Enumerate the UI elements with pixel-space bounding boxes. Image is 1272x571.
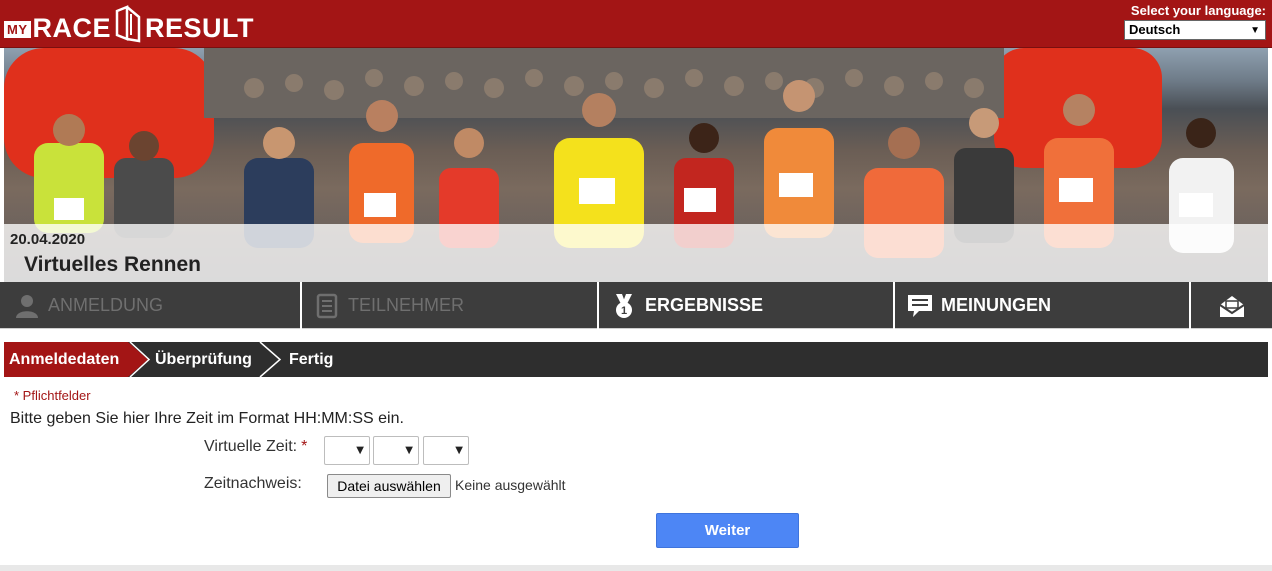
chevron-down-icon: ▼ (455, 445, 463, 456)
continue-button[interactable]: Weiter (656, 513, 799, 548)
nav-item-meinungen[interactable]: MEINUNGEN (895, 282, 1191, 329)
step-progress-bar: Anmeldedaten Überprüfung Fertig (4, 342, 1268, 377)
required-marker: * (301, 438, 308, 455)
nav-label-anmeldung: ANMELDUNG (48, 295, 164, 315)
chat-icon (908, 294, 932, 317)
page-footer-strip (0, 565, 1272, 571)
required-fields-note: * Pflichtfelder (14, 388, 91, 403)
medal-icon: 1 (616, 293, 632, 318)
nav-label-ergebnisse: ERGEBNISSE (645, 295, 764, 315)
virtual-time-label-text: Virtuelle Zeit: (204, 438, 298, 455)
mail-icon (1218, 295, 1245, 317)
language-select[interactable]: Deutsch ▼ (1124, 20, 1266, 40)
seconds-select[interactable]: ▼ (423, 436, 469, 465)
nav-item-anmeldung[interactable]: ANMELDUNG (0, 282, 302, 329)
language-selected-value: Deutsch (1129, 22, 1181, 37)
chevron-down-icon: ▼ (405, 445, 413, 456)
logo-flag-icon (115, 5, 141, 43)
file-choose-button[interactable]: Datei auswählen (327, 474, 451, 498)
nav-label-teilnehmer: TEILNEHMER (348, 295, 465, 315)
chevron-down-icon: ▼ (356, 445, 364, 456)
step-arrow-icon (259, 342, 282, 377)
event-date: 20.04.2020 (10, 231, 86, 248)
event-banner: 20.04.2020 Virtuelles Rennen (4, 48, 1268, 282)
step-anmeldedaten: Anmeldedaten (4, 342, 128, 377)
list-icon (316, 293, 338, 318)
user-icon (16, 294, 38, 318)
logo-race-text: RACE (32, 12, 112, 43)
nav-item-teilnehmer[interactable]: TEILNEHMER (302, 282, 599, 329)
event-title: Virtuelles Rennen (24, 253, 202, 276)
language-label: Select your language: (1130, 3, 1266, 18)
top-header: MY RACE RESULT Select your language: Deu… (0, 0, 1272, 48)
step-arrow-icon (128, 342, 150, 377)
nav-item-ergebnisse[interactable]: 1 ERGEBNISSE (599, 282, 895, 329)
step-ueberpruefung: Überprüfung (155, 351, 252, 368)
main-navigation: ANMELDUNG TEILNEHMER 1 ERGEBNISSE MEINUN… (0, 282, 1272, 329)
virtual-time-label: Virtuelle Zeit: * (204, 438, 307, 456)
myraceresult-logo[interactable]: MY RACE RESULT (4, 5, 255, 43)
step-fertig: Fertig (289, 351, 334, 368)
logo-result-text: RESULT (145, 12, 255, 43)
nav-item-contact[interactable] (1191, 282, 1272, 329)
file-status-text: Keine ausgewählt (455, 477, 566, 493)
svg-text:1: 1 (621, 305, 627, 317)
hours-select[interactable]: ▼ (324, 436, 370, 465)
time-proof-label: Zeitnachweis: (204, 475, 302, 492)
minutes-select[interactable]: ▼ (373, 436, 419, 465)
chevron-down-icon: ▼ (1250, 25, 1260, 36)
time-format-instruction: Bitte geben Sie hier Ihre Zeit im Format… (10, 410, 404, 427)
logo-my-text: MY (4, 20, 31, 38)
nav-label-meinungen: MEINUNGEN (941, 295, 1052, 315)
